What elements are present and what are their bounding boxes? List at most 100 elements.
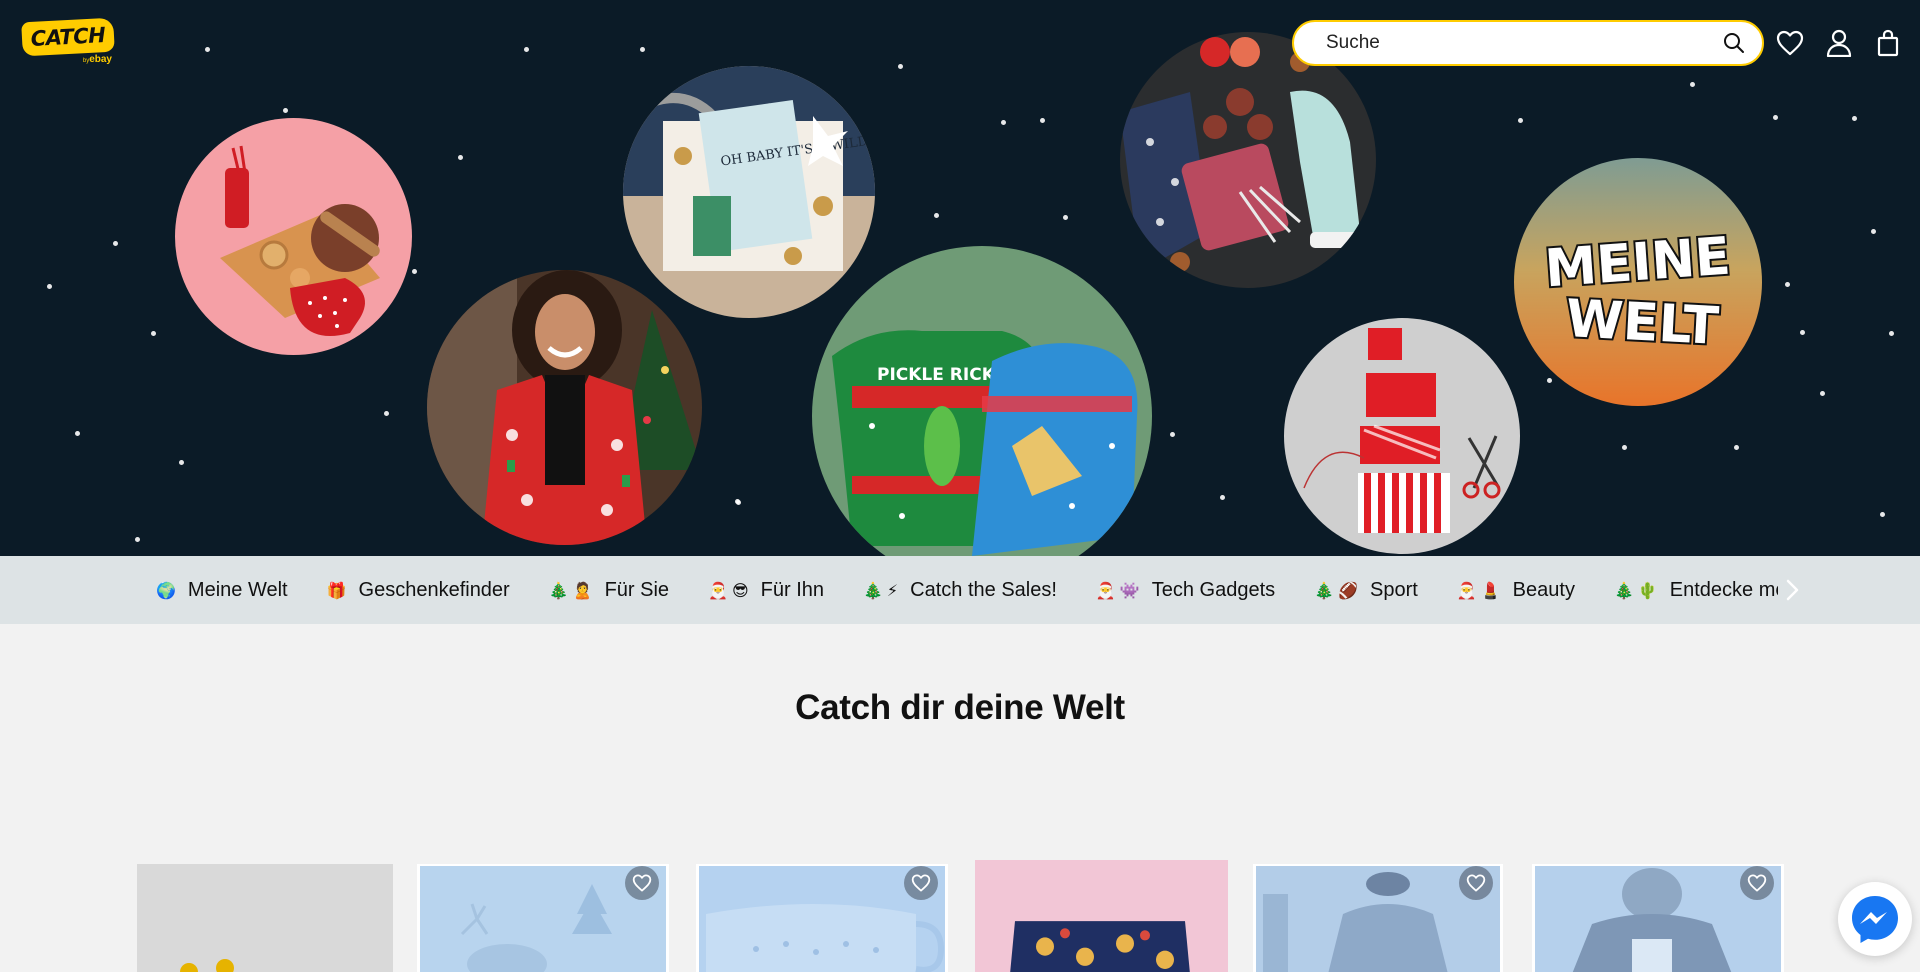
travel-gift-box-image: OH BABY IT'S A WILD WORLD [623, 66, 875, 318]
category-label: Für Sie [604, 578, 670, 601]
category-item[interactable]: 🎁 Geschenkefinder [327, 579, 510, 602]
snow-dot [524, 47, 529, 52]
category-label: Meine Welt [187, 578, 288, 601]
snow-dot [1220, 495, 1225, 500]
category-emoji-icon: 🎄⚡ [863, 580, 903, 600]
snow-dot [1852, 116, 1857, 121]
heart-icon[interactable] [1740, 866, 1774, 900]
snow-dot [179, 460, 184, 465]
category-bar: 🌍 Meine Welt 🎁 Geschenkefinder 🎄🙎 Für Sie 🎅😎 Fü… [0, 556, 1920, 624]
category-item[interactable]: 🎄🌵 Entdecke mehr [1614, 579, 1778, 602]
snow-dot [1871, 229, 1876, 234]
section-title: Catch dir deine Welt [795, 688, 1125, 727]
chevron-right-icon[interactable] [1778, 576, 1806, 604]
meine-welt-image: MEINE WELT [1514, 158, 1762, 406]
snow-dot [113, 241, 118, 246]
bag-icon[interactable] [1873, 28, 1903, 58]
snow-dot [135, 537, 140, 542]
heart-icon[interactable] [625, 866, 659, 900]
snow-dot [47, 284, 52, 289]
category-label: Geschenkefinder [358, 578, 510, 601]
bubble-christmas-suit[interactable] [427, 270, 702, 545]
snow-dot [1773, 115, 1778, 120]
category-emoji-icon: 🎄🌵 [1613, 580, 1662, 600]
category-emoji-icon: 🎅😎 [708, 580, 753, 600]
product-card[interactable] [975, 860, 1228, 972]
christmas-suit-image [427, 270, 702, 545]
snow-dot [1001, 120, 1006, 125]
logo-sub: byebay [83, 54, 112, 65]
snow-dot [75, 431, 80, 436]
user-icon[interactable] [1824, 28, 1854, 58]
category-item[interactable]: 🎅😎 Für Ihn [708, 579, 824, 602]
bubble-cozy-gift-flatlay[interactable] [1120, 32, 1376, 288]
search-bar[interactable] [1292, 20, 1764, 66]
product-image [137, 864, 393, 972]
snow-dot [1518, 118, 1523, 123]
category-item[interactable]: 🎄🙎 Für Sie [549, 579, 669, 602]
snow-dot [1820, 391, 1825, 396]
snow-dot [1040, 118, 1045, 123]
bubble-travel-gift-box[interactable]: OH BABY IT'S A WILD WORLD [623, 66, 875, 318]
snow-dot [205, 47, 210, 52]
sweater-text: PICKLE RICK [877, 365, 996, 385]
snow-dot [1734, 445, 1739, 450]
bubble-ugly-christmas-sweaters[interactable]: PICKLE RICK [812, 246, 1152, 556]
category-label: Tech Gadgets [1151, 578, 1276, 601]
category-item[interactable]: 🎅👾 Tech Gadgets [1096, 579, 1275, 602]
product-image [975, 860, 1228, 972]
category-label: Entdecke mehr [1669, 578, 1778, 601]
search-icon[interactable] [1720, 29, 1748, 57]
product-card[interactable] [1532, 860, 1784, 972]
category-item[interactable]: 🎄⚡ Catch the Sales! [863, 579, 1057, 602]
category-emoji-icon: 🎁 [326, 580, 351, 600]
baking-set-image [175, 118, 412, 355]
snow-dot [898, 64, 903, 69]
category-emoji-icon: 🎄🏈 [1314, 580, 1363, 600]
category-label: Beauty [1512, 578, 1575, 601]
heart-icon[interactable] [1459, 866, 1493, 900]
snow-dot [1622, 445, 1627, 450]
product-card[interactable] [696, 860, 948, 972]
search-input[interactable] [1326, 32, 1720, 54]
snow-dot [640, 47, 645, 52]
wrapped-gifts-image [1284, 318, 1520, 554]
messenger-icon [1852, 896, 1898, 943]
messenger-chat-button[interactable] [1838, 882, 1912, 956]
logo-text: CATCH [30, 23, 106, 51]
snow-dot [412, 269, 417, 274]
ugly-sweaters-image: PICKLE RICK [812, 246, 1152, 556]
snow-dot [1880, 512, 1885, 517]
category-emoji-icon: 🌍 [156, 580, 180, 600]
snow-dot [1785, 282, 1790, 287]
snow-dot [1800, 330, 1805, 335]
bubble-meine-welt[interactable]: MEINE WELT [1514, 158, 1762, 406]
category-label: Catch the Sales! [910, 578, 1057, 601]
snow-dot [1063, 215, 1068, 220]
category-emoji-icon: 🎅👾 [1095, 580, 1144, 600]
category-item[interactable]: 🎅💄 Beauty [1457, 579, 1575, 602]
bubble-wrapped-gifts[interactable] [1284, 318, 1520, 554]
product-card[interactable] [1253, 860, 1503, 972]
category-emoji-icon: 🎅💄 [1456, 580, 1505, 600]
snow-dot [458, 155, 463, 160]
snow-dot [151, 331, 156, 336]
snow-dot [1547, 378, 1552, 383]
cozy-flatlay-image [1120, 32, 1376, 288]
snow-dot [934, 213, 939, 218]
meine-welt-line2: WELT [1564, 289, 1720, 357]
logo-badge: CATCH [21, 17, 115, 57]
bubble-baking-set[interactable] [175, 118, 412, 355]
snow-dot [1889, 331, 1894, 336]
category-label: Sport [1370, 578, 1418, 601]
category-item[interactable]: 🎄🏈 Sport [1314, 579, 1418, 602]
snow-dot [735, 499, 740, 504]
category-item[interactable]: 🌍 Meine Welt [156, 579, 288, 602]
product-card[interactable] [417, 860, 669, 972]
logo-brand: ebay [89, 54, 112, 65]
product-card[interactable] [137, 860, 393, 972]
heart-icon[interactable] [904, 866, 938, 900]
hero-banner[interactable]: OH BABY IT'S A WILD WORLD PICKLE RICK [0, 0, 1920, 556]
catch-logo[interactable]: CATCH byebay [21, 17, 115, 68]
heart-icon[interactable] [1775, 28, 1805, 58]
